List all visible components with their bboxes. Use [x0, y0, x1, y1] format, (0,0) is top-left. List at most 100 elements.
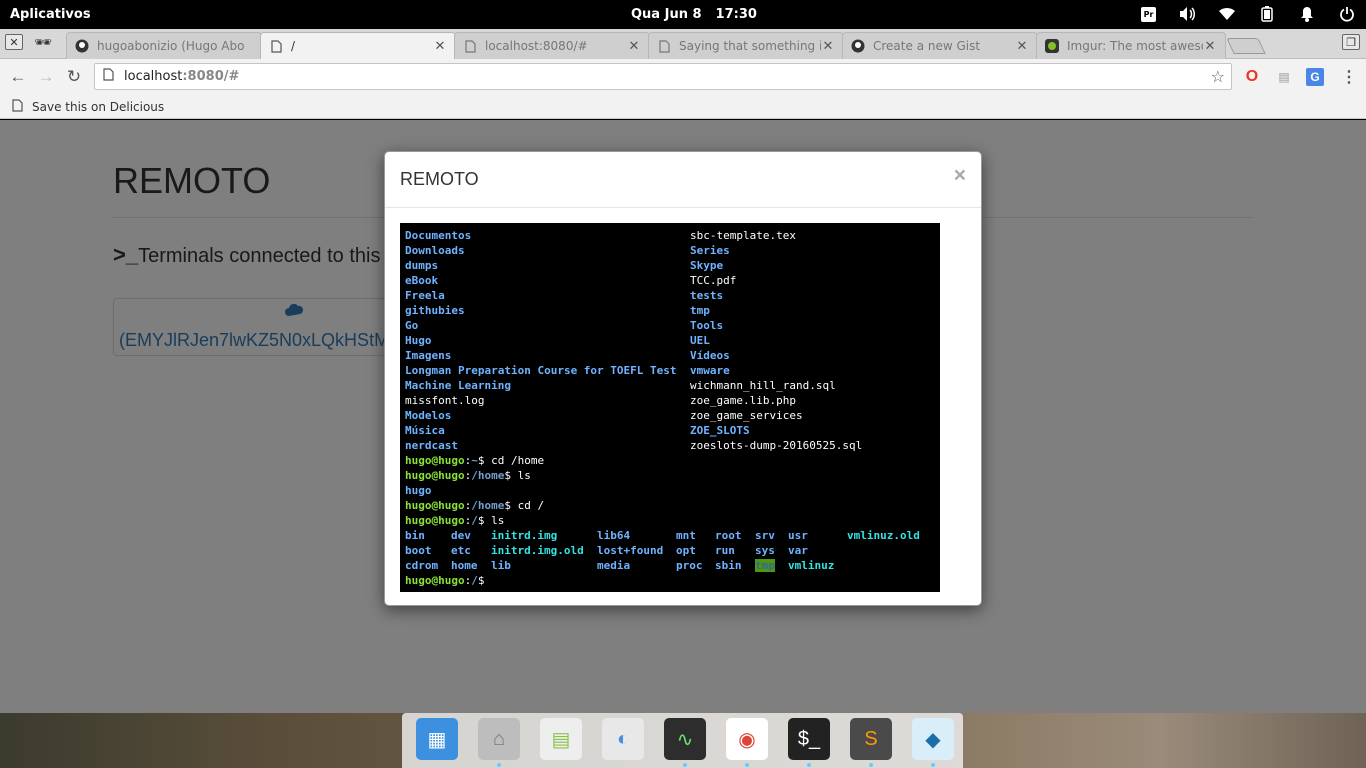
multitasking-view-icon[interactable]: ▦ [416, 718, 458, 760]
forward-arrow-icon[interactable]: → [36, 67, 56, 87]
terminal-entry: UEL [690, 334, 710, 347]
terminal-user: hugo@hugo [405, 454, 465, 467]
terminal-ls-row: eBook TCC.pdf [405, 273, 935, 288]
applications-menu[interactable]: Aplicativos [10, 7, 91, 22]
wifi-icon[interactable] [1218, 5, 1236, 23]
terminal-icon[interactable]: $_ [788, 718, 830, 760]
close-modal-button[interactable]: × [954, 164, 966, 188]
terminal-entry: lost+found [597, 544, 664, 557]
terminal-user: hugo@hugo [405, 514, 465, 527]
volume-icon[interactable] [1178, 5, 1196, 23]
terminal-prompt-line: hugo@hugo:/$ ls [405, 513, 935, 528]
terminal-prompt-line: hugo@hugo:/home$ cd / [405, 498, 935, 513]
bookmark-star-icon[interactable]: ☆ [1211, 67, 1225, 86]
browser-toolbar: ← → ↻ localhost:8080/# ☆ O ▤ G ⋮ [0, 59, 1366, 95]
new-tab-button[interactable] [1226, 38, 1266, 54]
terminal-entry: vmlinuz.old [847, 529, 920, 542]
pr-indicator-icon[interactable]: Pr [1141, 6, 1156, 22]
tab-title: localhost:8080/# [485, 39, 588, 53]
terminal-path: /home [471, 469, 505, 482]
terminal-entry: etc [451, 544, 471, 557]
power-icon[interactable] [1338, 5, 1356, 23]
tab-title: Saying that something is [679, 39, 821, 53]
running-indicator [497, 763, 501, 767]
address-bar[interactable]: localhost:8080/# ☆ [94, 63, 1232, 90]
terminal-entry [847, 543, 927, 558]
extension-icon[interactable]: ▤ [1275, 68, 1293, 86]
clock[interactable]: Qua Jun 8 17:30 [631, 7, 771, 22]
close-tab-icon[interactable]: ✕ [821, 39, 835, 54]
bookmark-delicious[interactable]: Save this on Delicious [12, 99, 164, 115]
terminal-ls-row: Hugo UEL [405, 333, 935, 348]
tab-strip: ✕ 🕶 hugoabonizio (Hugo Abo / ✕ localhost… [0, 29, 1366, 59]
terminal-entry: boot [405, 544, 432, 557]
terminal-ls-row: Documentos sbc-template.tex [405, 228, 935, 243]
tab-hugoabonizio[interactable]: hugoabonizio (Hugo Abo [66, 32, 262, 59]
running-indicator [807, 763, 811, 767]
reload-icon[interactable]: ↻ [64, 67, 84, 87]
terminal-entry: Música [405, 424, 445, 437]
modal-header: REMOTO × [385, 152, 981, 208]
terminal-entry-highlight: tmp [755, 559, 775, 572]
calendar-icon[interactable]: ▤ [540, 718, 582, 760]
tab-create-gist[interactable]: Create a new Gist ✕ [842, 32, 1038, 59]
terminal-command: $ cd / [504, 499, 551, 512]
close-tab-icon[interactable]: ✕ [1203, 39, 1217, 54]
sublime-text-icon[interactable]: S [850, 718, 892, 760]
terminal-entry: zoe_game.lib.php [690, 394, 796, 407]
terminal-entry: sbin [715, 559, 742, 572]
menu-icon[interactable]: ⋮ [1340, 68, 1358, 86]
chrome-icon[interactable]: ◉ [726, 718, 768, 760]
running-indicator [869, 763, 873, 767]
terminal-user: hugo@hugo [405, 499, 465, 512]
terminal-entry: dumps [405, 259, 439, 272]
notifications-icon[interactable] [1298, 5, 1316, 23]
terminal-ls-row: dumps Skype [405, 258, 935, 273]
terminal-path: ~ [471, 454, 478, 467]
running-indicator [683, 763, 687, 767]
files-icon[interactable]: ⌂ [478, 718, 520, 760]
close-tab-icon[interactable]: ✕ [433, 39, 447, 54]
terminal-path: / [471, 574, 478, 587]
terminal-entry: lib [491, 559, 511, 572]
terminal-entry: Imagens [405, 349, 452, 362]
terminal-entry: bin [405, 529, 425, 542]
terminal-command: $ ls [504, 469, 538, 482]
terminal-entry: tmp [755, 558, 788, 573]
back-arrow-icon[interactable]: ← [8, 67, 28, 87]
terminal-command: $ ls [477, 514, 511, 527]
terminal-entry: srv [755, 529, 775, 542]
page-info-icon[interactable] [103, 68, 114, 85]
top-panel: Aplicativos Qua Jun 8 17:30 Pr [0, 0, 1366, 29]
github-icon [75, 39, 89, 53]
close-tab-icon[interactable]: ✕ [1015, 39, 1029, 54]
terminal-ls-row: Música ZOE_SLOTS [405, 423, 935, 438]
tab-saying[interactable]: Saying that something is ✕ [648, 32, 844, 59]
terminal-screen[interactable]: Documentos sbc-template.tex Downloads Serie… [400, 223, 940, 592]
system-monitor-icon[interactable]: ∿ [664, 718, 706, 760]
terminal-entry: Documentos [405, 229, 472, 242]
terminal-entry: Vídeos [690, 349, 730, 362]
settings-toggle-icon[interactable]: ◐ [602, 718, 644, 760]
restore-window-icon[interactable]: ❐ [1342, 34, 1360, 50]
close-window-icon[interactable]: ✕ [5, 34, 23, 50]
terminal-entry: Modelos [405, 409, 452, 422]
terminal-ls-row: Machine Learning wichmann_hill_rand.sql [405, 378, 935, 393]
tab-localhost[interactable]: localhost:8080/# ✕ [454, 32, 650, 59]
google-translate-icon[interactable]: G [1306, 68, 1324, 86]
terminal-ls-row: Imagens Vídeos [405, 348, 935, 363]
page-icon [463, 39, 477, 53]
dock: ▦ ⌂ ▤ ◐ ∿ ◉ $_ S ◆ [402, 713, 963, 768]
mysql-workbench-icon[interactable]: ◆ [912, 718, 954, 760]
time: 17:30 [715, 7, 757, 22]
terminal-prompt-line: hugo@hugo:/$ [405, 573, 935, 588]
tab-root[interactable]: / ✕ [260, 32, 456, 59]
terminal-entry: tests [690, 289, 724, 302]
terminal-entry: wichmann_hill_rand.sql [690, 379, 836, 392]
tab-imgur[interactable]: Imgur: The most aweso ✕ [1036, 32, 1226, 59]
opera-extension-icon[interactable]: O [1243, 68, 1261, 86]
terminal-prompt-line: hugo@hugo:/home$ ls [405, 468, 935, 483]
terminal-entry: usr [788, 529, 808, 542]
battery-icon[interactable] [1258, 5, 1276, 23]
close-tab-icon[interactable]: ✕ [627, 39, 641, 54]
